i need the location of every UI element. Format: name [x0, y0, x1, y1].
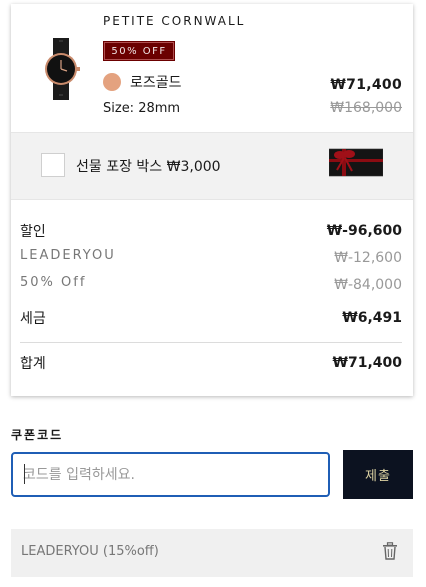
gift-wrap-checkbox[interactable]: [41, 153, 65, 177]
discount-label: 할인: [20, 224, 46, 240]
discount-badge: 50% OFF: [103, 41, 175, 61]
coupon-discount-value: ₩-12,600: [334, 250, 402, 266]
product-original-price: ₩168,000: [330, 100, 402, 116]
applied-coupon-label: LEADERYOU (15%off): [21, 544, 159, 559]
discount-value: ₩-96,600: [326, 223, 402, 239]
coupon-code-heading: 쿠폰코드: [11, 428, 64, 442]
gift-wrap-label[interactable]: 선물 포장 박스 ₩3,000: [76, 156, 221, 176]
gift-wrap-option[interactable]: 선물 포장 박스 ₩3,000: [11, 132, 413, 200]
summary-row-tax: 세금 ₩6,491: [11, 308, 413, 330]
coupon-discount-label: LEADERYOU: [20, 248, 116, 263]
total-value: ₩71,400: [332, 355, 402, 371]
summary-divider: [20, 342, 402, 343]
order-summary-card: PETITE CORNWALL 50% OFF 로즈골드 Size: 28mm …: [11, 4, 413, 396]
product-price: ₩71,400: [330, 77, 402, 93]
summary-row-coupon: LEADERYOU ₩-12,600: [11, 248, 413, 270]
coupon-code-input[interactable]: [11, 452, 330, 497]
text-cursor: [24, 464, 25, 484]
applied-coupon: LEADERYOU (15%off): [11, 529, 413, 577]
gift-box-image: [329, 148, 383, 177]
summary-row-total: 합계 ₩71,400: [11, 353, 413, 375]
summary-row-discount: 할인 ₩-96,600: [11, 221, 413, 243]
watch-image: [45, 38, 80, 100]
percent-discount-label: 50% Off: [20, 275, 87, 290]
product-size: Size: 28mm: [103, 101, 181, 116]
product-color: 로즈골드: [130, 75, 182, 91]
trash-icon[interactable]: [382, 542, 398, 560]
total-label: 합계: [20, 356, 46, 372]
cart-product: PETITE CORNWALL 50% OFF 로즈골드 Size: 28mm …: [11, 4, 413, 132]
color-swatch: [103, 73, 121, 91]
tax-value: ₩6,491: [342, 310, 402, 326]
product-name: PETITE CORNWALL: [103, 14, 246, 28]
tax-label: 세금: [20, 311, 46, 327]
percent-discount-value: ₩-84,000: [334, 277, 402, 293]
coupon-submit-button[interactable]: 제출: [343, 450, 413, 499]
summary-row-percent: 50% Off ₩-84,000: [11, 275, 413, 297]
